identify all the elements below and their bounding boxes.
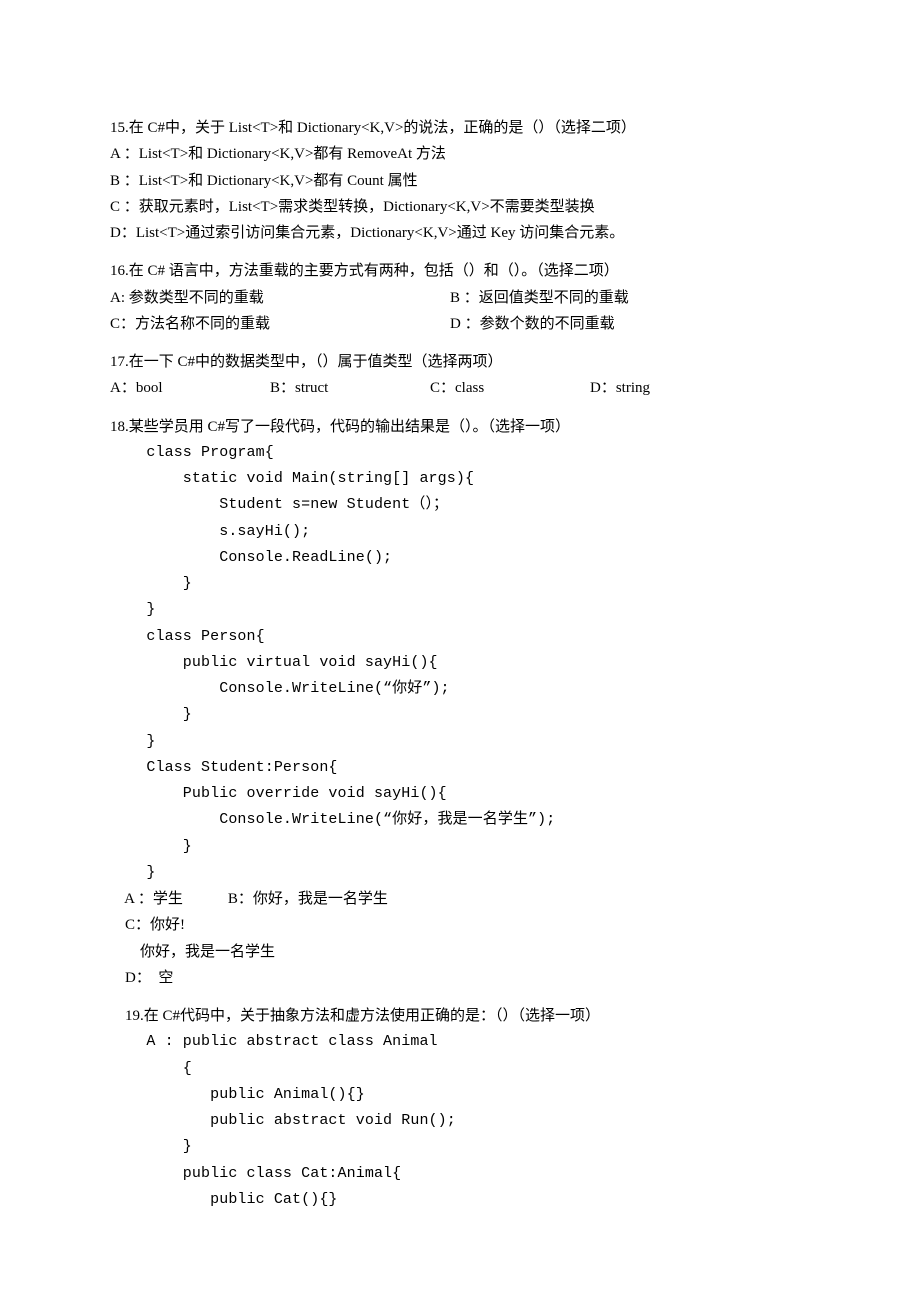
code-line: public virtual void sayHi(){: [110, 650, 810, 676]
code-line: public Cat(){}: [110, 1187, 810, 1213]
q18-option-c: C：你好!: [110, 912, 810, 938]
q17-option-c: C：class: [430, 375, 590, 401]
code-line: }: [110, 860, 810, 886]
code-line: Console.WriteLine(“你好”);: [110, 676, 810, 702]
code-line: }: [110, 1134, 810, 1160]
code-line: public abstract void Run();: [110, 1108, 810, 1134]
code-line: Student s=new Student（）；: [110, 492, 810, 518]
question-17: 17.在一下 C#中的数据类型中，（）属于值类型（选择两项） A：bool B：…: [110, 349, 810, 402]
q18-option-ab: A ：学生 B：你好，我是一名学生: [110, 886, 810, 912]
q15-stem: 15.在 C#中，关于 List<T>和 Dictionary<K,V>的说法，…: [110, 115, 810, 141]
q19-stem: 19.在 C#代码中，关于抽象方法和虚方法使用正确的是：（）（选择一项）: [110, 1003, 810, 1029]
code-line: class Person{: [110, 624, 810, 650]
question-16: 16.在 C# 语言中，方法重载的主要方式有两种，包括（）和（）。（选择二项） …: [110, 258, 810, 337]
q18-code-block: class Program{ static void Main(string[]…: [110, 440, 810, 886]
q15-option-b: B ：List<T>和 Dictionary<K,V>都有 Count 属性: [110, 168, 810, 194]
q16-stem: 16.在 C# 语言中，方法重载的主要方式有两种，包括（）和（）。（选择二项）: [110, 258, 810, 284]
q16-option-a: A: 参数类型不同的重载: [110, 285, 450, 311]
q18-option-c-line2: 你好，我是一名学生: [110, 939, 810, 965]
code-line: Public override void sayHi(){: [110, 781, 810, 807]
code-line: }: [110, 729, 810, 755]
code-line: public Animal(){}: [110, 1082, 810, 1108]
q15-option-c: C ：获取元素时，List<T>需求类型转换，Dictionary<K,V>不需…: [110, 194, 810, 220]
code-line: s.sayHi();: [110, 519, 810, 545]
q17-option-d: D：string: [590, 375, 750, 401]
q17-option-b: B：struct: [270, 375, 430, 401]
document-page: 15.在 C#中，关于 List<T>和 Dictionary<K,V>的说法，…: [0, 0, 920, 1285]
code-line: Console.WriteLine(“你好，我是一名学生”);: [110, 807, 810, 833]
code-line: Class Student:Person{: [110, 755, 810, 781]
q19-code-block: A : public abstract class Animal { publi…: [110, 1029, 810, 1213]
q18-option-d: D： 空: [110, 965, 810, 991]
q16-option-c: C：方法名称不同的重载: [110, 311, 450, 337]
code-line: class Program{: [110, 440, 810, 466]
q15-option-d: D：List<T>通过索引访问集合元素，Dictionary<K,V>通过 Ke…: [110, 220, 810, 246]
code-line: static void Main(string[] args){: [110, 466, 810, 492]
q17-option-a: A：bool: [110, 375, 270, 401]
code-line: }: [110, 597, 810, 623]
code-line: }: [110, 834, 810, 860]
question-15: 15.在 C#中，关于 List<T>和 Dictionary<K,V>的说法，…: [110, 115, 810, 246]
q15-option-a: A ：List<T>和 Dictionary<K,V>都有 RemoveAt 方…: [110, 141, 810, 167]
question-18: 18.某些学员用 C#写了一段代码，代码的输出结果是（）。（选择一项） clas…: [110, 414, 810, 992]
code-line: Console.ReadLine();: [110, 545, 810, 571]
code-line: public class Cat:Animal{: [110, 1161, 810, 1187]
q16-option-b: B ：返回值类型不同的重载: [450, 285, 750, 311]
code-line: }: [110, 571, 810, 597]
q18-stem: 18.某些学员用 C#写了一段代码，代码的输出结果是（）。（选择一项）: [110, 414, 810, 440]
code-line: A : public abstract class Animal: [110, 1029, 810, 1055]
code-line: }: [110, 702, 810, 728]
code-line: {: [110, 1056, 810, 1082]
question-19: 19.在 C#代码中，关于抽象方法和虚方法使用正确的是：（）（选择一项） A :…: [110, 1003, 810, 1213]
q16-option-d: D ：参数个数的不同重载: [450, 311, 750, 337]
q17-stem: 17.在一下 C#中的数据类型中，（）属于值类型（选择两项）: [110, 349, 810, 375]
